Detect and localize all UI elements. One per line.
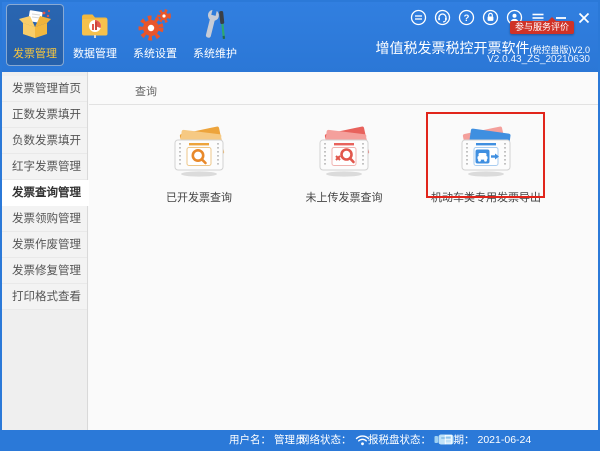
date-value: 2021-06-24 (478, 434, 532, 446)
status-tax-disk: 报税盘状态： (368, 430, 454, 449)
sidebar-item-invoice-query[interactable]: 发票查询管理 (2, 180, 89, 206)
top-nav: 发票管理 数据管理 (6, 4, 246, 66)
app-version: V2.0.43_ZS_20210630 (487, 54, 590, 65)
shortcut-not-uploaded-invoice-query[interactable]: 未上传发票查询 (282, 124, 406, 205)
shortcut-vehicle-invoice-export[interactable]: 机动车类专用发票导出 (424, 124, 548, 205)
sidebar-item-positive-invoice[interactable]: 正数发票填开 (2, 102, 87, 128)
tab-separator (89, 104, 598, 105)
sidebar-item-invoice-purchase[interactable]: 发票领购管理 (2, 206, 87, 232)
sidebar-item-invoice-home[interactable]: 发票管理首页 (2, 76, 87, 102)
invoice-box-icon (18, 8, 52, 42)
status-user: 用户名： 管理员 (229, 430, 306, 449)
shortcut-issued-invoice-query[interactable]: 已开发票查询 (137, 124, 261, 205)
help-circle-icon[interactable]: ? (458, 9, 475, 26)
sidebar-item-negative-invoice[interactable]: 负数发票填开 (2, 128, 87, 154)
app-window: 发票管理 数据管理 (0, 0, 600, 451)
close-icon[interactable] (576, 10, 592, 26)
tools-icon (198, 8, 232, 42)
sidebar: 发票管理首页 正数发票填开 负数发票填开 红字发票管理 发票查询管理 发票领购管… (2, 72, 88, 430)
headset-circle-icon[interactable] (434, 9, 451, 26)
shortcut-label: 机动车类专用发票导出 (424, 189, 548, 205)
nav-item-system-maintenance[interactable]: 系统维护 (186, 4, 244, 66)
data-folder-icon (78, 8, 112, 42)
status-date: 日期： 2021-06-24 (443, 430, 531, 449)
sidebar-item-red-letter-invoice[interactable]: 红字发票管理 (2, 154, 87, 180)
shortcut-label: 已开发票查询 (137, 189, 261, 205)
top-bar: 发票管理 数据管理 (2, 2, 598, 72)
tab-query[interactable]: 查询 (135, 83, 157, 99)
sidebar-item-invoice-void[interactable]: 发票作废管理 (2, 232, 87, 258)
sidebar-item-invoice-repair[interactable]: 发票修复管理 (2, 258, 87, 284)
sidebar-item-print-format[interactable]: 打印格式查看 (2, 284, 87, 310)
status-network: 网络状态： (299, 430, 370, 449)
gears-icon (138, 8, 172, 42)
lock-circle-icon[interactable] (482, 9, 499, 26)
network-label: 网络状态： (299, 432, 352, 447)
status-bar: 用户名： 管理员 网络状态： 报税盘状态： 日期： 2021-06-24 (2, 430, 598, 449)
nav-item-system-settings[interactable]: 系统设置 (126, 4, 184, 66)
main-content: 查询 已开发票查询 (89, 72, 598, 430)
card-circle-icon[interactable] (410, 9, 427, 26)
nav-label: 数据管理 (73, 45, 117, 61)
nav-label: 系统设置 (133, 45, 177, 61)
date-label: 日期： (443, 432, 475, 447)
not-uploaded-query-icon (307, 124, 381, 180)
tax-disk-label: 报税盘状态： (368, 432, 431, 447)
nav-item-invoice-management[interactable]: 发票管理 (6, 4, 64, 66)
nav-label: 系统维护 (193, 45, 237, 61)
service-survey-badge[interactable]: 参与服务评价 (510, 21, 574, 34)
shortcut-label: 未上传发票查询 (282, 189, 406, 205)
svg-text:?: ? (464, 13, 470, 24)
nav-label: 发票管理 (13, 45, 57, 61)
nav-item-data-management[interactable]: 数据管理 (66, 4, 124, 66)
issued-invoice-query-icon (162, 124, 236, 180)
vehicle-invoice-export-icon (449, 124, 523, 180)
user-label: 用户名： (229, 432, 271, 447)
